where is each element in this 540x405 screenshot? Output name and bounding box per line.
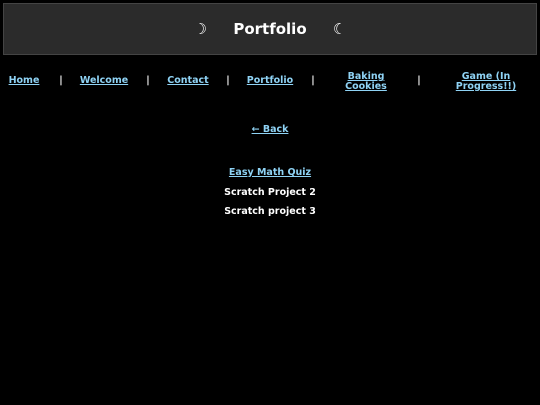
crescent-moon-icon: ☽ — [193, 20, 208, 38]
project-label: Scratch Project 2 — [224, 186, 316, 198]
nav-link-baking-cookies[interactable]: Baking Cookies — [340, 72, 392, 92]
page-title: Portfolio — [233, 20, 307, 38]
nav-link-welcome[interactable]: Welcome — [79, 76, 129, 86]
nav-separator: | — [417, 75, 421, 86]
nav-link-game[interactable]: Game (In Progress!!) — [450, 72, 522, 92]
list-item: Easy Math Quiz — [0, 168, 540, 188]
nav-link-contact[interactable]: Contact — [166, 76, 210, 86]
nav-separator: | — [59, 75, 63, 86]
nav-separator: | — [226, 75, 230, 86]
list-item: Scratch Project 2 — [0, 186, 540, 208]
nav-separator: | — [311, 75, 315, 86]
nav-link-portfolio[interactable]: Portfolio — [246, 76, 294, 86]
main-nav: Home | Welcome | Contact | Portfolio | B… — [0, 70, 540, 94]
page-header: ☽ Portfolio ☾ — [3, 3, 537, 55]
back-link-container: ← Back — [0, 124, 540, 135]
nav-link-home[interactable]: Home — [4, 76, 44, 86]
crescent-moon-icon: ☾ — [332, 20, 347, 38]
nav-separator: | — [146, 75, 150, 86]
project-link-easy-math-quiz[interactable]: Easy Math Quiz — [229, 167, 311, 178]
back-link[interactable]: ← Back — [252, 124, 289, 135]
project-list: Easy Math Quiz Scratch Project 2 Scratch… — [0, 168, 540, 227]
project-label: Scratch project 3 — [224, 206, 316, 217]
list-item: Scratch project 3 — [0, 207, 540, 227]
